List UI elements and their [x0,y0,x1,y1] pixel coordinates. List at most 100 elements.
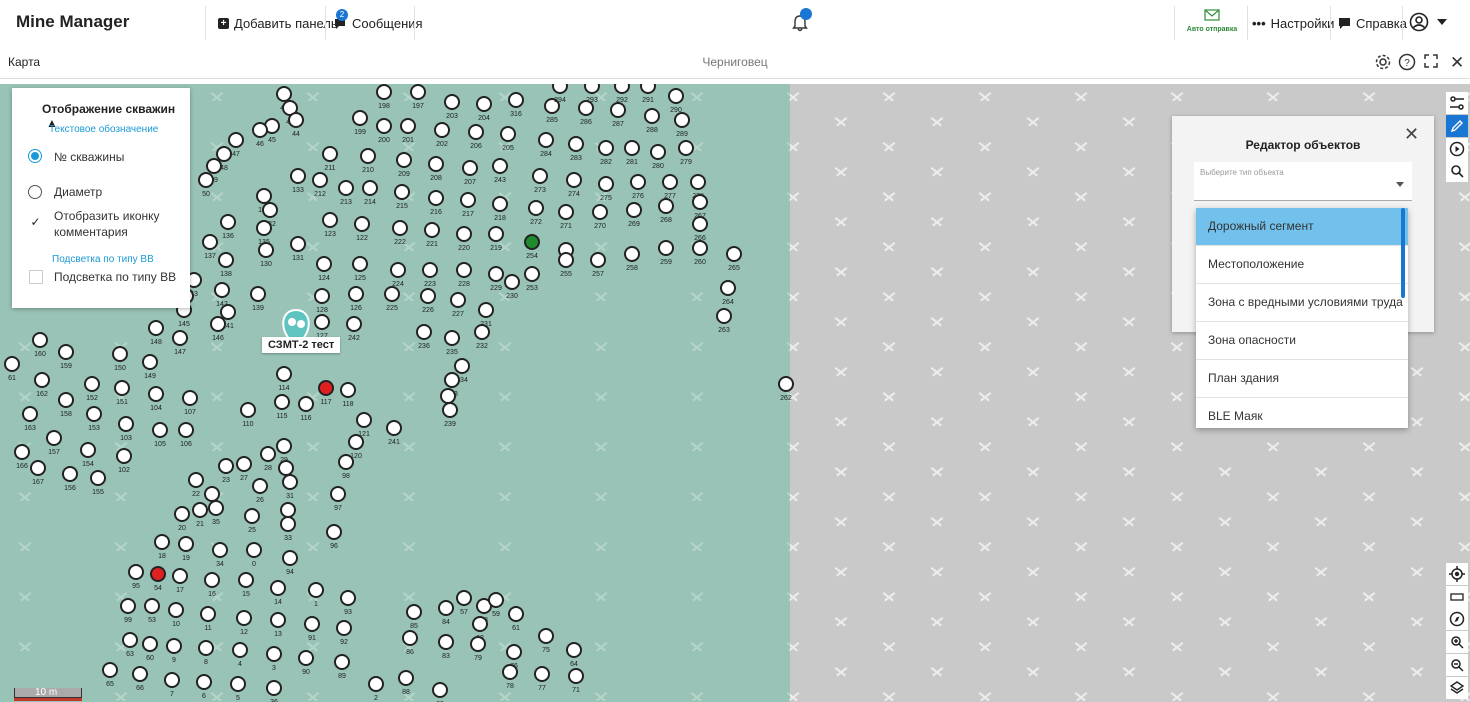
well-circle[interactable] [266,680,282,696]
well-circle[interactable] [288,112,304,128]
well-circle[interactable] [322,212,338,228]
well-marker[interactable]: 214 [362,180,378,206]
well-marker[interactable]: 265 [726,246,742,272]
well-circle[interactable] [252,478,268,494]
user-menu[interactable] [1409,12,1447,32]
well-marker[interactable]: 202 [434,122,450,148]
well-circle[interactable] [312,172,328,188]
well-circle[interactable] [500,126,516,142]
well-marker[interactable]: 263 [716,308,732,334]
well-circle[interactable] [62,466,78,482]
well-marker[interactable]: 105 [152,422,168,448]
well-circle[interactable] [172,330,188,346]
my-location-icon[interactable] [1446,563,1468,585]
well-circle[interactable] [674,112,690,128]
well-circle[interactable] [424,222,440,238]
help-circle-icon[interactable]: ? [1398,53,1416,76]
well-circle[interactable] [390,262,406,278]
well-circle[interactable] [454,358,470,374]
well-circle[interactable] [236,610,252,626]
well-circle[interactable] [326,524,342,540]
well-circle[interactable] [690,174,706,190]
well-circle[interactable] [198,640,214,656]
well-circle[interactable] [566,172,582,188]
well-circle[interactable] [22,406,38,422]
well-circle[interactable] [432,682,448,698]
well-marker[interactable]: 226 [420,288,436,314]
well-circle[interactable] [308,582,324,598]
well-circle[interactable] [398,670,414,686]
well-circle[interactable] [352,110,368,126]
well-marker[interactable]: 201 [400,118,416,144]
well-circle[interactable] [304,616,320,632]
well-marker[interactable]: 203 [444,94,460,120]
well-marker[interactable]: 122 [354,216,370,242]
well-marker[interactable]: 130 [258,242,274,268]
well-marker[interactable]: 290 [668,88,684,114]
close-icon[interactable]: ✕ [1404,124,1419,145]
well-circle[interactable] [290,236,306,252]
well-circle[interactable] [566,642,582,658]
comment-icon-checkbox[interactable]: ✓ [29,216,42,229]
well-circle[interactable] [340,382,356,398]
well-circle[interactable] [658,198,674,214]
well-marker[interactable]: 279 [678,140,694,166]
well-marker[interactable]: 208 [428,156,444,182]
well-circle[interactable] [644,108,660,124]
well-circle[interactable] [260,446,276,462]
well-circle[interactable] [206,158,222,174]
well-circle[interactable] [274,394,290,410]
well-circle[interactable] [236,456,252,472]
auto-send-button[interactable]: Авто отправка [1182,8,1242,33]
add-panel-button[interactable]: + Добавить панель [218,10,338,36]
well-marker[interactable]: 229 [488,266,504,292]
well-circle[interactable] [58,392,74,408]
well-circle[interactable] [202,234,218,250]
well-circle[interactable] [428,156,444,172]
well-circle[interactable] [692,194,708,210]
well-circle[interactable] [30,460,46,476]
well-marker[interactable]: 225 [384,286,400,312]
well-marker[interactable]: 213 [338,180,354,206]
well-marker[interactable]: 152 [84,376,100,402]
well-circle[interactable] [144,598,160,614]
well-circle[interactable] [460,192,476,208]
well-circle[interactable] [148,386,164,402]
well-circle[interactable] [440,388,456,404]
well-circle[interactable] [478,302,494,318]
well-marker[interactable]: 155 [90,470,106,496]
well-circle[interactable] [338,180,354,196]
well-marker[interactable]: 166 [14,444,30,470]
well-circle[interactable] [492,158,508,174]
well-circle[interactable] [58,344,74,360]
well-circle[interactable] [524,234,540,250]
well-circle[interactable] [624,246,640,262]
dropdown-option[interactable]: Зона опасности [1196,322,1408,360]
well-circle[interactable] [114,380,130,396]
well-marker[interactable]: 232 [474,324,490,350]
well-circle[interactable] [258,242,274,258]
well-circle[interactable] [356,412,372,428]
well-circle[interactable] [362,180,378,196]
search-icon[interactable] [1446,160,1468,182]
well-circle[interactable] [84,376,100,392]
well-circle[interactable] [230,676,246,692]
compass-icon[interactable] [1446,608,1468,630]
well-marker[interactable]: 276 [630,174,646,200]
well-circle[interactable] [456,226,472,242]
well-circle[interactable] [4,356,20,372]
well-circle[interactable] [472,616,488,632]
well-marker[interactable]: 260 [692,240,708,266]
dropdown-option[interactable]: Местоположение [1196,246,1408,284]
layers-toggle-icon[interactable] [1446,92,1468,114]
well-marker[interactable]: 241 [386,420,402,446]
well-circle[interactable] [598,176,614,192]
well-circle[interactable] [568,668,584,684]
well-circle[interactable] [488,226,504,242]
well-circle[interactable] [198,172,214,188]
well-marker[interactable]: 228 [456,262,472,288]
well-circle[interactable] [282,474,298,490]
well-circle[interactable] [112,346,128,362]
well-circle[interactable] [626,202,642,218]
well-marker[interactable]: 114 [276,366,292,392]
